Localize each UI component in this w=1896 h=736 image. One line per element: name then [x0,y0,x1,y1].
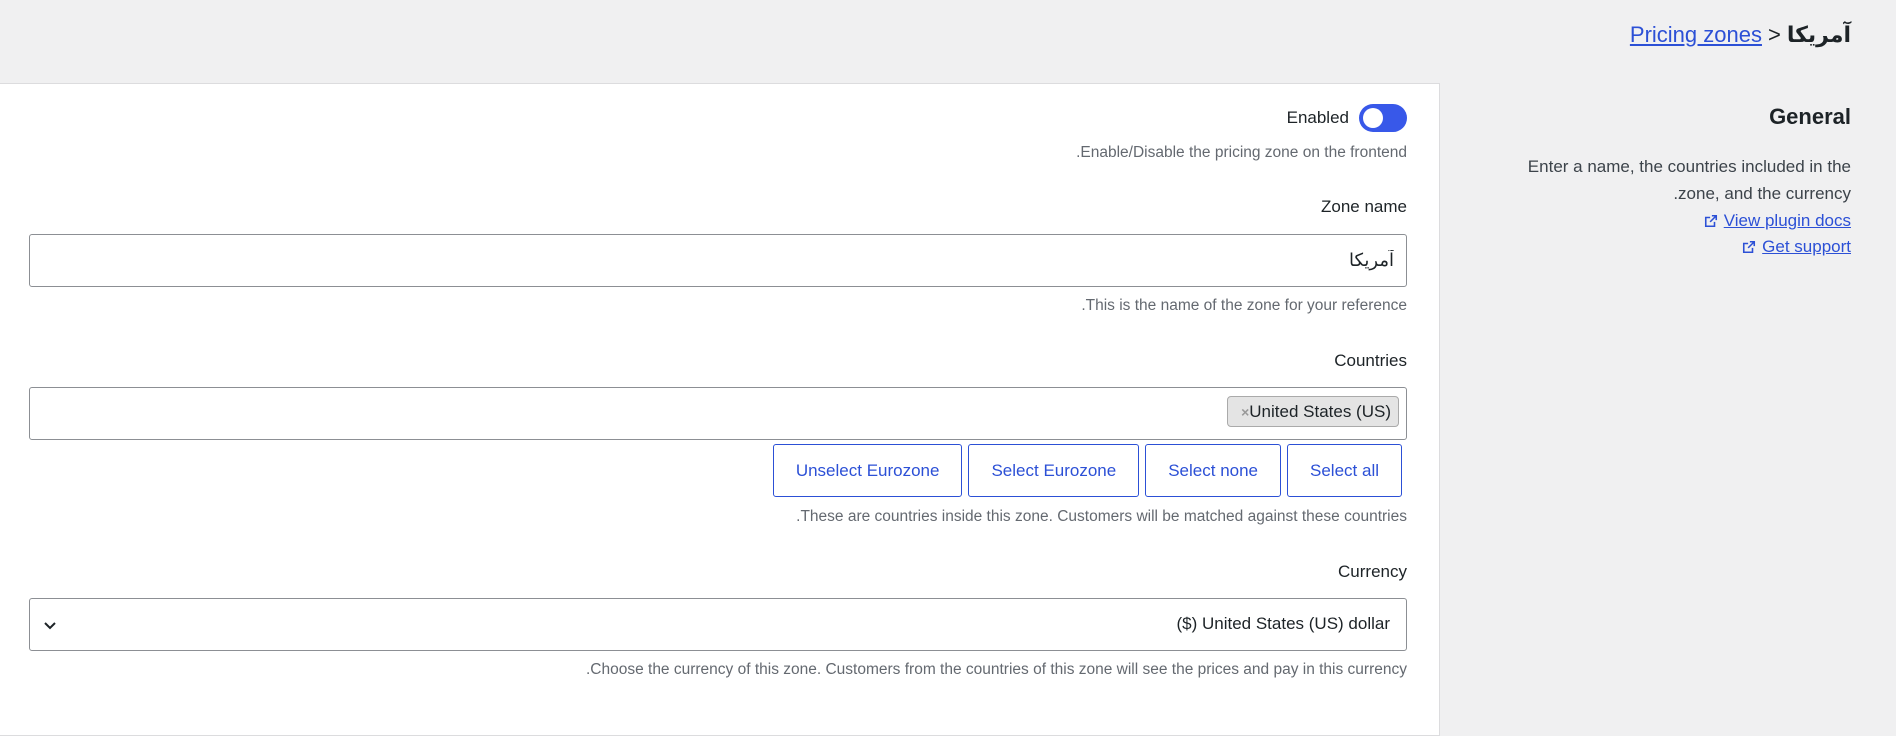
toggle-knob [1363,108,1383,128]
sidebar: General Enter a name, the countries incl… [1491,104,1851,260]
enabled-help: .Enable/Disable the pricing zone on the … [1076,144,1407,161]
breadcrumb-separator: > [1767,22,1781,47]
select-none-button[interactable]: Select none [1145,444,1282,497]
countries-multiselect[interactable]: × United States (US) [29,387,1407,440]
section-description-line-2: .zone, and the currency [1673,184,1851,203]
countries-help: .These are countries inside this zone. C… [796,508,1407,525]
settings-panel: Enabled .Enable/Disable the pricing zone… [0,83,1440,736]
chevron-down-icon [44,622,56,630]
enabled-label: Enabled [1286,108,1349,127]
country-chip: × United States (US) [1227,396,1399,427]
select-eurozone-button[interactable]: Select Eurozone [968,444,1140,497]
breadcrumb-current: آمریکا [1786,22,1851,47]
view-plugin-docs-link[interactable]: View plugin docs [1491,208,1851,234]
currency-help: .Choose the currency of this zone. Custo… [585,661,1407,678]
remove-chip-icon[interactable]: × [1241,404,1249,420]
enabled-toggle[interactable] [1359,104,1407,132]
breadcrumb-pricing-zones-link[interactable]: Pricing zones [1630,22,1762,47]
view-plugin-docs-label: View plugin docs [1723,211,1851,230]
select-all-button[interactable]: Select all [1287,444,1402,497]
zone-name-help: .This is the name of the zone for your r… [1081,297,1407,314]
get-support-label: Get support [1762,237,1851,256]
breadcrumb: Pricing zones > آمریکا [1630,22,1851,48]
currency-label: Currency [1338,562,1407,581]
currency-select[interactable]: ($) United States (US) dollar [29,598,1407,651]
zone-name-field-wrapper [29,234,1407,287]
countries-button-row: Select all Select none Select Eurozone U… [772,444,1402,497]
zone-name-input[interactable] [30,235,1406,286]
enabled-row: Enabled [1287,104,1407,132]
external-link-icon [1743,240,1756,254]
section-title: General [1769,104,1851,129]
countries-label: Countries [1334,351,1407,370]
currency-selected-value: ($) United States (US) dollar [1176,614,1390,633]
get-support-link[interactable]: Get support [1491,234,1851,260]
zone-name-label: Zone name [1321,197,1407,216]
section-description-line-1: Enter a name, the countries included in … [1527,157,1851,176]
unselect-eurozone-button[interactable]: Unselect Eurozone [772,444,963,497]
external-link-icon [1704,214,1717,228]
country-chip-label: United States (US) [1249,401,1391,421]
